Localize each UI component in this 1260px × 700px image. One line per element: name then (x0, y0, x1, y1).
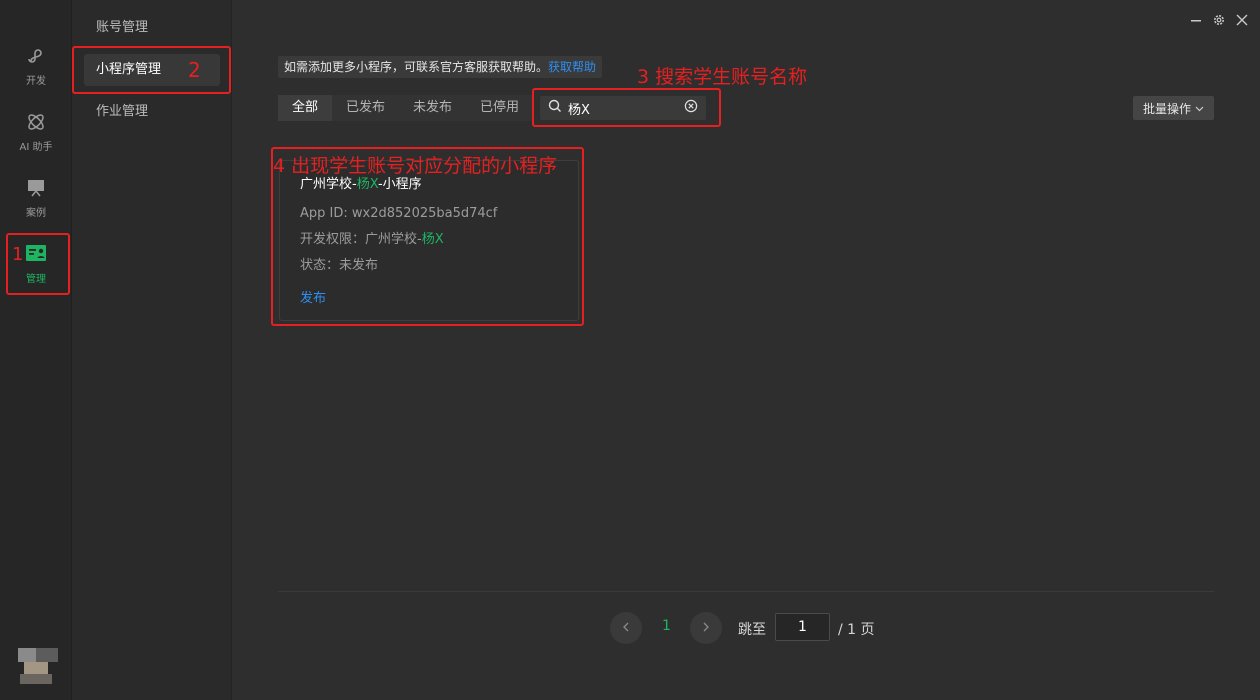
minimize-icon[interactable] (1188, 12, 1204, 28)
avatar[interactable] (18, 648, 58, 684)
rail-item-manage[interactable]: 管理 (0, 234, 72, 294)
code-icon (25, 45, 47, 67)
rail-item-label: 案例 (26, 208, 46, 219)
rail-item-label: 管理 (26, 274, 46, 285)
rail-item-ai-assistant[interactable]: AI 助手 (0, 102, 72, 162)
search-box (540, 96, 706, 120)
publish-link[interactable]: 发布 (300, 287, 326, 306)
notice-text: 如需添加更多小程序，可联系官方客服获取帮助。 (284, 60, 549, 74)
tab-published[interactable]: 已发布 (332, 95, 399, 121)
batch-operation-label: 批量操作 (1142, 101, 1191, 116)
card-title-highlight: 杨X (356, 177, 378, 192)
search-icon (548, 99, 562, 117)
rail-item-cases[interactable]: 案例 (0, 168, 72, 228)
manage-icon (25, 243, 47, 265)
page-total: / 1 页 (838, 622, 875, 638)
tab-disabled[interactable]: 已停用 (466, 95, 533, 121)
chevron-right-icon (702, 621, 710, 636)
card-status: 状态：未发布 (300, 258, 379, 273)
page-number-current[interactable]: 1 (662, 618, 671, 634)
prev-page-button[interactable] (610, 612, 642, 644)
tab-unpublished[interactable]: 未发布 (399, 95, 466, 121)
jump-page-input[interactable] (775, 613, 830, 641)
annotation-text-2: 2 (188, 58, 201, 82)
clear-search-icon[interactable] (684, 99, 698, 117)
nav-item-account-management[interactable]: 账号管理 (84, 12, 220, 44)
rail-item-develop[interactable]: 开发 (0, 36, 72, 96)
secondary-nav: 账号管理 小程序管理 作业管理 (72, 0, 232, 700)
activity-rail: 开发 AI 助手 案例 管理 (0, 0, 72, 700)
atom-icon (25, 111, 47, 133)
easel-icon (25, 177, 47, 199)
card-app-id: App ID: wx2d852025ba5d74cf (300, 206, 498, 221)
status-tabs: 全部 已发布 未发布 已停用 (278, 95, 534, 121)
annotation-text-1: 1 (12, 244, 24, 265)
annotation-text-3: 3 搜索学生账号名称 (637, 66, 808, 88)
settings-icon[interactable] (1211, 12, 1227, 28)
tab-all[interactable]: 全部 (278, 95, 333, 121)
help-notice: 如需添加更多小程序，可联系官方客服获取帮助。获取帮助 (278, 56, 603, 78)
get-help-link[interactable]: 获取帮助 (548, 60, 596, 74)
divider (278, 591, 1214, 592)
card-permission: 开发权限：广州学校-杨X (300, 232, 444, 247)
close-icon[interactable] (1234, 12, 1250, 28)
search-input[interactable] (568, 100, 684, 116)
batch-operation-button[interactable]: 批量操作 (1133, 96, 1214, 120)
miniprogram-card[interactable]: 广州学校-杨X-小程序 App ID: wx2d852025ba5d74cf 开… (279, 160, 579, 321)
app-id-value: wx2d852025ba5d74cf (351, 206, 498, 221)
permission-highlight: 杨X (421, 232, 444, 247)
rail-item-label: 开发 (26, 76, 46, 87)
next-page-button[interactable] (690, 612, 722, 644)
rail-item-label: AI 助手 (19, 142, 53, 153)
jump-to-label: 跳至 (738, 622, 766, 638)
annotation-text-4: 4 出现学生账号对应分配的小程序 (273, 155, 558, 177)
chevron-down-icon (1195, 101, 1204, 115)
chevron-left-icon (622, 621, 630, 636)
card-title: 广州学校-杨X-小程序 (300, 177, 422, 192)
status-value: 未发布 (339, 258, 379, 273)
nav-item-homework-management[interactable]: 作业管理 (84, 96, 220, 128)
